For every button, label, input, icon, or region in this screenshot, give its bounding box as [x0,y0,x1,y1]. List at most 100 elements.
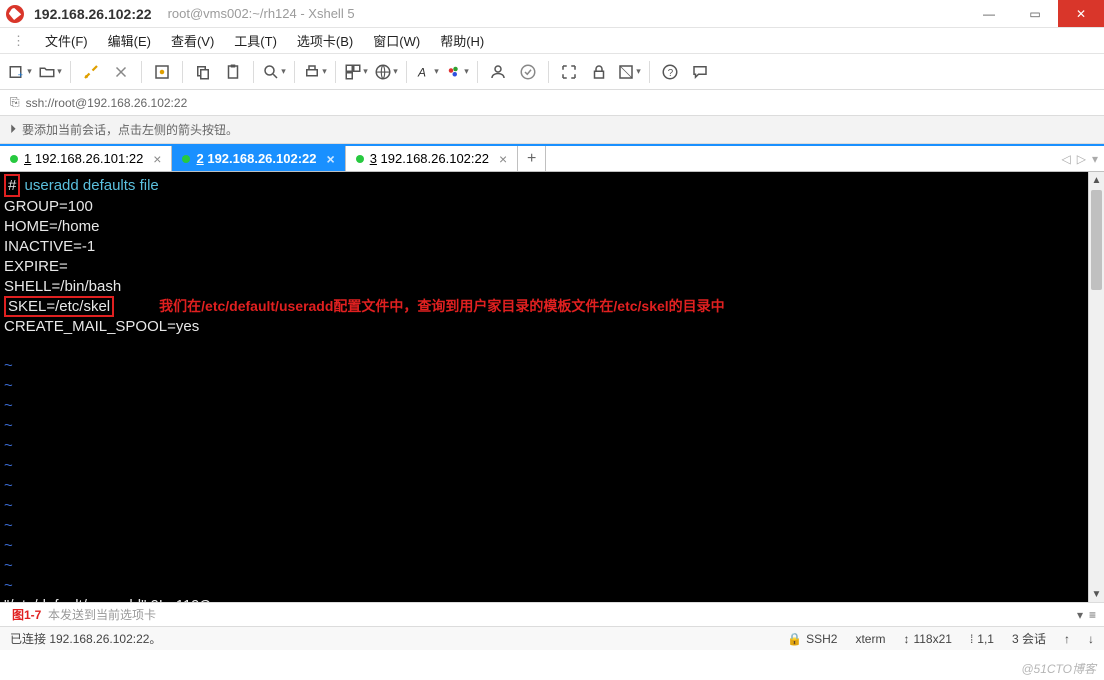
status-cursor: ⁞ 1,1 [970,632,994,646]
session-tab-3[interactable]: 3 192.168.26.102:22 × [346,146,518,171]
open-session-button[interactable] [36,58,64,86]
address-bar[interactable]: ⎘ ssh://root@192.168.26.102:22 [0,90,1104,116]
menu-grip-icon: ⋮ [2,29,35,53]
hint-bar: ⏵ 要添加当前会话，点击左侧的箭头按钮。 [0,116,1104,144]
tab-close-icon[interactable]: × [499,151,507,167]
app-logo-icon [6,5,24,23]
svg-text:+: + [18,70,23,80]
paste-button[interactable] [219,58,247,86]
terminal-line: HOME=/home [4,218,99,235]
terminal-tilde: ~ [4,417,13,434]
menu-file[interactable]: 文件(F) [35,27,98,54]
feedback-button[interactable] [686,58,714,86]
terminal-line: SHELL=/bin/bash [4,278,121,295]
hint-arrow-icon[interactable]: ⏵ [10,122,16,137]
status-up-icon[interactable]: ↑ [1064,632,1070,646]
scrollbar[interactable]: ▲ ▼ [1088,172,1104,602]
toolbar-separator [294,61,295,83]
terminal-tilde: ~ [4,397,13,414]
menu-window[interactable]: 窗口(W) [363,27,430,54]
status-protocol: 🔒 SSH2 [787,632,837,646]
maximize-button[interactable]: ▭ [1012,0,1058,27]
compose-bar[interactable]: 图1-7 本发送到当前选项卡 ▾ ≡ [0,602,1104,626]
terminal-tilde: ~ [4,477,13,494]
status-term: xterm [855,632,885,646]
add-tab-button[interactable]: + [518,146,546,171]
status-size: ↕ 118x21 [903,632,951,646]
color-button[interactable] [443,58,471,86]
menu-tools[interactable]: 工具(T) [224,27,287,54]
toolbar-separator [406,61,407,83]
annotation-box: SKEL=/etc/skel [4,296,114,317]
toolbar: + A ? [0,54,1104,90]
annotation-box: # [4,174,20,197]
terminal[interactable]: # useradd defaults file GROUP=100 HOME=/… [0,172,1088,602]
print-button[interactable] [301,58,329,86]
tab-scroll-right-icon[interactable]: ▷ [1077,152,1086,166]
scroll-up-icon[interactable]: ▲ [1089,172,1104,188]
copy-button[interactable] [189,58,217,86]
menu-tabs[interactable]: 选项卡(B) [287,27,363,54]
script-button[interactable] [514,58,542,86]
menu-bar: ⋮ 文件(F) 编辑(E) 查看(V) 工具(T) 选项卡(B) 窗口(W) 帮… [0,28,1104,54]
terminal-tilde: ~ [4,577,13,594]
terminal-line: EXPIRE= [4,258,68,275]
tab-menu-icon[interactable]: ▾ [1092,152,1098,166]
menu-view[interactable]: 查看(V) [161,27,224,54]
status-bar: 已连接 192.168.26.102:22。 🔒 SSH2 xterm ↕ 11… [0,626,1104,650]
terminal-container: # useradd defaults file GROUP=100 HOME=/… [0,172,1104,602]
tab-label: 192.168.26.102:22 [207,151,316,166]
toolbar-separator [70,61,71,83]
minimize-button[interactable]: — [966,0,1012,27]
window-controls: — ▭ ✕ [966,0,1104,27]
toolbar-separator [477,61,478,83]
layout-button[interactable] [342,58,370,86]
menu-edit[interactable]: 编辑(E) [98,27,161,54]
transparency-button[interactable] [615,58,643,86]
session-tab-1[interactable]: 1 192.168.26.101:22 × [0,146,172,171]
properties-button[interactable] [148,58,176,86]
menu-help[interactable]: 帮助(H) [430,27,494,54]
scroll-thumb[interactable] [1091,190,1102,290]
find-button[interactable] [260,58,288,86]
terminal-tilde: ~ [4,517,13,534]
close-button[interactable]: ✕ [1058,0,1104,27]
tab-scroll-left-icon[interactable]: ◁ [1062,152,1071,166]
disconnect-button[interactable] [107,58,135,86]
terminal-tilde: ~ [4,377,13,394]
terminal-tilde: ~ [4,497,13,514]
tab-close-icon[interactable]: × [153,151,161,167]
tab-label: 192.168.26.102:22 [381,151,489,166]
encoding-button[interactable] [372,58,400,86]
scroll-down-icon[interactable]: ▼ [1089,586,1104,602]
title-bar: 192.168.26.102:22 root@vms002:~/rh124 - … [0,0,1104,28]
terminal-line: SKEL=/etc/skel [8,298,110,315]
reconnect-button[interactable] [77,58,105,86]
status-dot-icon [356,155,364,163]
user-button[interactable] [484,58,512,86]
toolbar-separator [649,61,650,83]
new-session-button[interactable]: + [6,58,34,86]
compose-menu-icon[interactable]: ≡ [1089,608,1096,622]
status-down-icon[interactable]: ↓ [1088,632,1094,646]
hint-text: 要添加当前会话，点击左侧的箭头按钮。 [22,121,238,138]
lock-button[interactable] [585,58,613,86]
terminal-tilde: ~ [4,457,13,474]
toolbar-separator [253,61,254,83]
compose-placeholder: 本发送到当前选项卡 [48,606,156,623]
fullscreen-button[interactable] [555,58,583,86]
tab-strip: 1 192.168.26.101:22 × 2 192.168.26.102:2… [0,144,1104,172]
toolbar-separator [335,61,336,83]
toolbar-separator [548,61,549,83]
tab-close-icon[interactable]: × [327,151,335,167]
compose-dropdown-icon[interactable]: ▾ [1077,608,1083,622]
watermark: @51CTO博客 [1021,660,1096,677]
address-url: ssh://root@192.168.26.102:22 [26,96,188,110]
session-tab-2[interactable]: 2 192.168.26.102:22 × [172,146,345,171]
status-dot-icon [10,155,18,163]
font-button[interactable]: A [413,58,441,86]
terminal-line: INACTIVE=-1 [4,238,95,255]
status-connected: 已连接 192.168.26.102:22。 [10,630,161,647]
help-button[interactable]: ? [656,58,684,86]
svg-text:A: A [417,65,426,79]
